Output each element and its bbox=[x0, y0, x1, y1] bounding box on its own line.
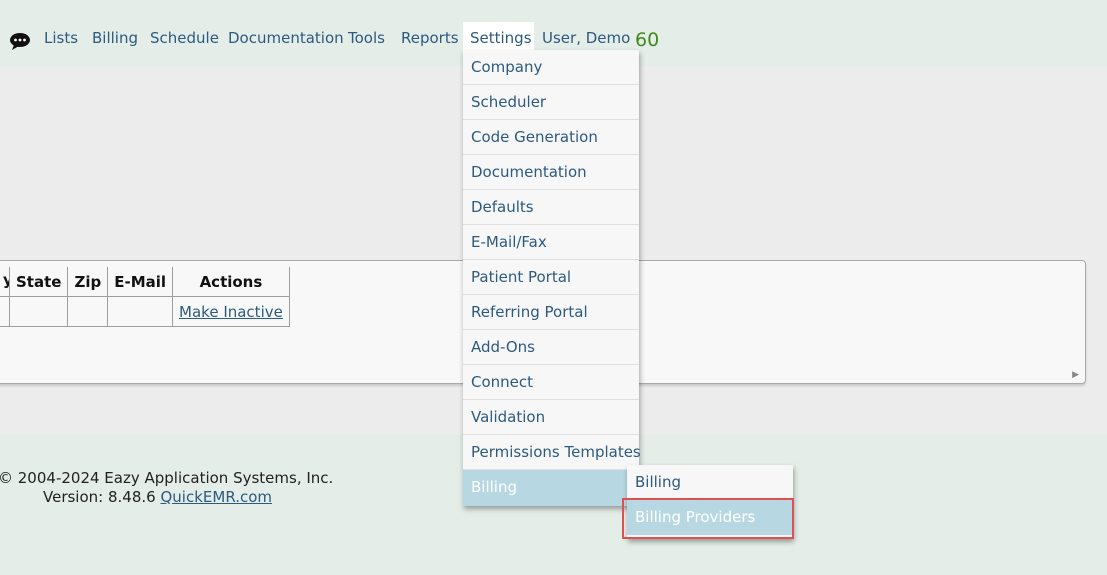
nav-reports[interactable]: Reports bbox=[401, 29, 459, 47]
menu-item-add-ons[interactable]: Add-Ons bbox=[463, 330, 639, 365]
menu-item-company[interactable]: Company bbox=[463, 50, 639, 85]
nav-schedule[interactable]: Schedule bbox=[150, 29, 219, 47]
nav-lists[interactable]: Lists bbox=[44, 29, 78, 47]
chat-bubble-icon[interactable] bbox=[9, 32, 31, 50]
menu-item-documentation[interactable]: Documentation bbox=[463, 155, 639, 190]
nav-documentation[interactable]: Documentation bbox=[228, 29, 344, 47]
nav-tools[interactable]: Tools bbox=[348, 29, 385, 47]
nav-user[interactable]: User, Demo bbox=[542, 29, 630, 47]
menu-item-email-fax[interactable]: E-Mail/Fax bbox=[463, 225, 639, 260]
menu-item-referring-portal[interactable]: Referring Portal bbox=[463, 295, 639, 330]
col-header-email: E-Mail bbox=[107, 267, 174, 297]
menu-item-validation[interactable]: Validation bbox=[463, 400, 639, 435]
menu-item-billing[interactable]: Billing bbox=[463, 470, 639, 506]
billing-submenu: Billing Billing Providers bbox=[627, 465, 793, 539]
menu-item-patient-portal[interactable]: Patient Portal bbox=[463, 260, 639, 295]
scroll-right-arrow-icon[interactable]: ▶ bbox=[1072, 370, 1079, 380]
col-header-state: State bbox=[8, 267, 69, 297]
cell-state bbox=[8, 296, 69, 327]
col-header-zip: Zip bbox=[67, 267, 109, 297]
table-row: Make Inactive bbox=[0, 296, 290, 327]
data-table: y State Zip E-Mail Actions Make Inactive bbox=[0, 267, 290, 327]
menu-item-connect[interactable]: Connect bbox=[463, 365, 639, 400]
menu-item-defaults[interactable]: Defaults bbox=[463, 190, 639, 225]
cell-email bbox=[107, 296, 174, 327]
settings-dropdown-menu: Company Scheduler Code Generation Docume… bbox=[463, 50, 641, 506]
cell-zip bbox=[67, 296, 109, 327]
nav-settings-label: Settings bbox=[470, 29, 532, 47]
menu-item-scheduler[interactable]: Scheduler bbox=[463, 85, 639, 120]
make-inactive-link[interactable]: Make Inactive bbox=[172, 296, 290, 327]
menu-item-code-generation[interactable]: Code Generation bbox=[463, 120, 639, 155]
submenu-item-billing-providers[interactable]: Billing Providers bbox=[627, 500, 793, 535]
menu-item-permissions-templates[interactable]: Permissions Templates bbox=[463, 435, 641, 470]
quickemr-link[interactable]: QuickEMR.com bbox=[160, 488, 272, 506]
table-header-row: y State Zip E-Mail Actions bbox=[0, 267, 290, 297]
cell-city bbox=[0, 296, 10, 327]
footer-copyright: © 2004-2024 Eazy Application Systems, In… bbox=[0, 469, 334, 487]
version-text: Version: 8.48.6 bbox=[43, 488, 156, 506]
footer-version: Version: 8.48.6 QuickEMR.com bbox=[43, 488, 272, 506]
count-badge: 60 bbox=[635, 29, 660, 51]
nav-billing[interactable]: Billing bbox=[92, 29, 138, 47]
col-header-city: y bbox=[0, 267, 10, 297]
col-header-actions: Actions bbox=[172, 267, 290, 297]
submenu-item-billing[interactable]: Billing bbox=[627, 465, 793, 500]
